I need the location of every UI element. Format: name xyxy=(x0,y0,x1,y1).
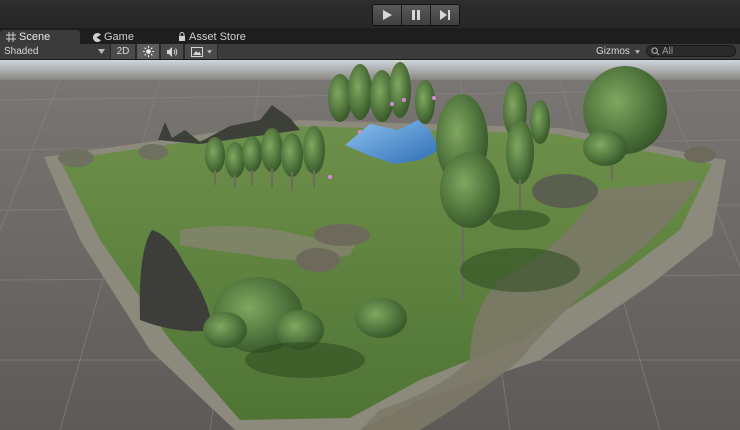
gizmos-label: Gizmos xyxy=(596,46,630,57)
grid-icon xyxy=(6,32,16,42)
scene-viewport[interactable] xyxy=(0,60,740,430)
boulder xyxy=(532,174,598,208)
2d-mode-label: 2D xyxy=(116,46,130,57)
shading-mode-dropdown[interactable]: Shaded xyxy=(4,44,105,59)
step-button[interactable] xyxy=(431,5,459,25)
play-toolbar xyxy=(0,0,740,28)
step-icon xyxy=(440,10,450,20)
tab-asset-store[interactable]: Asset Store xyxy=(172,30,252,44)
hill xyxy=(314,224,370,246)
chevron-down-icon xyxy=(206,49,212,54)
window-tab-bar: Scene Game Asset Store xyxy=(0,28,740,44)
tab-game[interactable]: Game xyxy=(86,30,140,44)
hill xyxy=(138,144,168,160)
search-icon xyxy=(651,46,660,55)
scene-toolbar: Shaded 2D Gizmos xyxy=(0,44,740,60)
pause-icon xyxy=(412,10,420,20)
lock-icon xyxy=(179,32,185,41)
chevron-down-icon xyxy=(634,49,640,54)
tab-game-label: Game xyxy=(104,31,134,43)
scene-search[interactable] xyxy=(646,45,736,57)
speaker-icon xyxy=(167,46,178,57)
playback-controls xyxy=(372,4,460,26)
2d-mode-toggle[interactable]: 2D xyxy=(110,44,136,59)
pacman-icon xyxy=(92,32,101,42)
hill xyxy=(296,248,340,272)
hill xyxy=(58,149,94,167)
gizmos-dropdown[interactable]: Gizmos xyxy=(596,44,644,59)
sun-icon xyxy=(142,46,154,57)
tab-scene[interactable]: Scene xyxy=(0,30,80,44)
scene-render xyxy=(0,60,740,430)
shading-mode-value: Shaded xyxy=(4,46,39,57)
play-button[interactable] xyxy=(373,5,402,25)
scene-lighting-toggle[interactable] xyxy=(136,44,160,59)
tab-asset-store-label: Asset Store xyxy=(189,31,246,43)
tab-scene-label: Scene xyxy=(19,31,51,43)
pause-button[interactable] xyxy=(402,5,431,25)
chevron-down-icon xyxy=(98,49,105,54)
play-icon xyxy=(383,10,392,20)
scene-audio-toggle[interactable] xyxy=(160,44,184,59)
hill xyxy=(684,147,716,163)
image-icon xyxy=(190,46,203,57)
scene-effects-dropdown[interactable] xyxy=(184,44,218,59)
search-input[interactable] xyxy=(660,45,732,57)
